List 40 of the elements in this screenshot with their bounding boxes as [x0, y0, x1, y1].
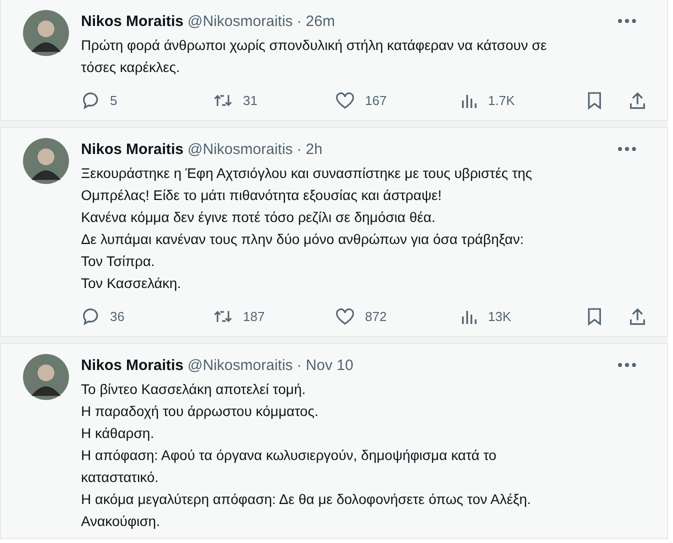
share-icon[interactable]: [628, 306, 647, 326]
tweet-time[interactable]: 2h: [306, 140, 322, 158]
author-name[interactable]: Nikos Moraitis: [81, 12, 184, 30]
author-handle[interactable]: @Nikosmoraitis: [188, 140, 293, 158]
separator-dot: ·: [296, 140, 302, 158]
views-count: 13K: [488, 308, 512, 324]
retweet-count: 31: [243, 92, 258, 108]
author-handle[interactable]: @Nikosmoraitis: [188, 12, 293, 30]
more-icon[interactable]: [617, 18, 637, 24]
author-name[interactable]: Nikos Moraitis: [81, 140, 184, 158]
tweet-time[interactable]: Nov 10: [306, 356, 354, 374]
bookmark-icon[interactable]: [587, 306, 602, 326]
tweet-card[interactable]: [0, 343, 668, 539]
author-handle[interactable]: @Nikosmoraitis: [188, 356, 293, 374]
avatar-icon[interactable]: [23, 354, 69, 400]
like-count: 167: [365, 92, 387, 108]
separator-dot: ·: [296, 356, 302, 374]
tweet-time[interactable]: 26m: [306, 12, 335, 30]
tweet-card[interactable]: [0, 127, 668, 337]
reply-count: 5: [110, 92, 118, 108]
like-count: 872: [365, 308, 387, 324]
reply-icon[interactable]: [81, 90, 100, 110]
reply-icon[interactable]: [81, 306, 100, 326]
avatar-icon[interactable]: [23, 10, 69, 56]
retweet-count: 187: [243, 308, 265, 324]
heart-icon[interactable]: [335, 90, 355, 110]
tweet-text: Πρώτη φορά άνθρωποι χωρίς σπονδυλική στήλη κατάφεραν να κάτσουν σε τόσες καρέκλες.: [81, 36, 548, 77]
heart-icon[interactable]: [335, 306, 355, 326]
tweet-text: Το βίντεο Κασσελάκη αποτελεί τομή. Η παραδοχή του άρρωστου κόμματος. Η κάθαρση. Η απόφαση: Αφού τα όργανα κωλυσιεργούν, δημοψήφισμα κατά το καταστατικό. Η ακόμα μεγαλύτερη απόφαση: Δε θα με δολοφονήσετε όπως τον Αλέξη. Ανακούφιση.: [81, 380, 532, 531]
author-name[interactable]: Nikos Moraitis: [81, 356, 184, 374]
share-icon[interactable]: [628, 90, 647, 110]
more-icon[interactable]: [617, 146, 637, 152]
tweet-text: Ξεκουράστηκε η Έφη Αχτσιόγλου και συνασπίστηκε με τους υβριστές της Ομπρέλας! Είδε το μάτι πιθανότητα εξουσίας και άστραψε! Κανένα κόμμα δεν έγινε ποτέ τόσο ρεζίλι σε δημόσια θέα. Δε λυπάμαι κανέναν τους πλην δύο μόνο ανθρώπων για όσα τράβηξαν: Τον Τσίπρα. Τον Κασσελάκη.: [81, 164, 534, 293]
more-icon[interactable]: [617, 362, 637, 368]
bookmark-icon[interactable]: [587, 90, 602, 110]
views-count: 1.7K: [488, 92, 515, 108]
reply-count: 36: [110, 308, 124, 324]
avatar-icon[interactable]: [23, 138, 69, 184]
tweet-card[interactable]: Nikos Moraitis @Nikosmoraitis · 26m Πρώτη φορά άνθρωποι χωρίς σπονδυλική στήλη κατάφεραν να κάτσουν σε τόσες καρέκλες. 5 31 167 1.7K: [0, 0, 668, 121]
separator-dot: ·: [296, 12, 302, 30]
